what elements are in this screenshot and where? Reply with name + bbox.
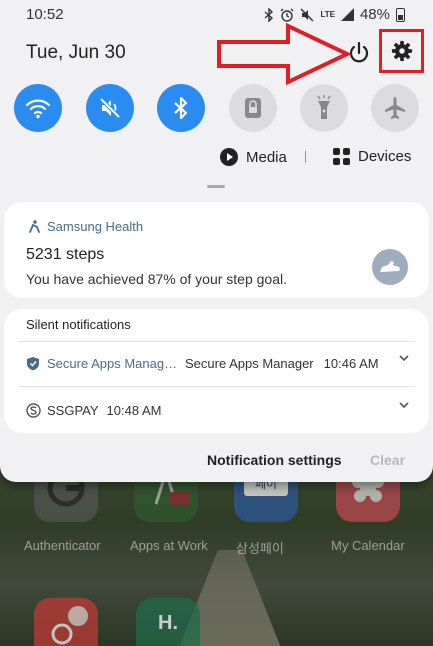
lte-status-icon: LTE [320, 9, 335, 19]
shield-icon [27, 356, 39, 370]
panel-drag-handle[interactable] [207, 185, 225, 188]
health-app-row: Samsung Health [28, 219, 143, 234]
h-app-badge: H. [158, 612, 178, 634]
screen-lock-toggle[interactable] [229, 84, 277, 132]
flashlight-icon [317, 95, 331, 119]
wifi-toggle[interactable] [14, 84, 62, 132]
silent-notifications-header: Silent notifications [26, 317, 131, 332]
settings-highlight-box [379, 29, 424, 73]
airplane-mode-toggle[interactable] [371, 84, 419, 132]
chevron-down-icon[interactable] [399, 355, 409, 362]
bluetooth-toggle[interactable] [157, 84, 205, 132]
airplane-icon [385, 97, 405, 119]
bluetooth-status-icon [264, 7, 274, 22]
play-icon [220, 148, 238, 166]
silent-divider-top [18, 341, 415, 342]
status-icons: LTE 48% [264, 6, 405, 23]
status-time: 10:52 [26, 6, 64, 23]
battery-icon [396, 7, 405, 22]
secure-apps-notification[interactable]: Secure Apps Manag… Secure Apps Manager 1… [26, 352, 409, 374]
secure-apps-app-name: Secure Apps Manag… [47, 355, 177, 371]
lock-icon [245, 98, 261, 118]
health-app-name: Samsung Health [47, 219, 144, 234]
red-arrow-annotation [217, 23, 351, 85]
health-shoe-button[interactable] [372, 249, 408, 285]
settings-gear-icon[interactable] [391, 40, 413, 62]
notification-settings-button[interactable]: Notification settings [207, 452, 342, 468]
sound-mute-toggle[interactable] [86, 84, 134, 132]
media-label: Media [246, 148, 287, 166]
chevron-down-icon[interactable] [399, 402, 409, 409]
ssgpay-time: 10:48 AM [106, 402, 162, 418]
panel-date: Tue, Jun 30 [26, 42, 126, 63]
mute-icon [99, 97, 121, 119]
samsung-health-notification[interactable]: Samsung Health 5231 steps You have achie… [4, 202, 429, 298]
samsung-health-icon [29, 220, 40, 233]
devices-button[interactable]: Devices [333, 148, 411, 165]
ssgpay-app-name: SSGPAY [47, 402, 99, 418]
clear-button[interactable]: Clear [370, 452, 405, 468]
devices-grid-icon [333, 148, 350, 165]
media-devices-row: Media Devices [0, 146, 433, 170]
health-notification-title: 5231 steps [26, 246, 105, 263]
devices-label: Devices [358, 148, 412, 165]
battery-percent: 48% [359, 6, 390, 23]
notification-panel: 10:52 LTE 48% Tue, Jun 30 Media Devices … [0, 0, 433, 482]
quick-settings-row [14, 84, 424, 134]
silent-divider-middle [18, 386, 415, 387]
secure-apps-time: 10:46 AM [323, 355, 379, 371]
ssgpay-icon [26, 402, 41, 418]
mute-status-icon [300, 8, 314, 21]
h-app-icon[interactable]: H. [136, 598, 200, 646]
alarm-status-icon [280, 8, 294, 22]
silent-notifications-card: Silent notifications Secure Apps Manag… … [4, 309, 429, 433]
secure-apps-title: Secure Apps Manager [185, 355, 314, 371]
shoe-icon [380, 261, 400, 272]
wifi-icon [25, 99, 51, 119]
help-app-icon[interactable] [34, 598, 98, 646]
my-calendar-app-label: My Calendar [331, 538, 405, 553]
health-notification-body: You have achieved 87% of your step goal. [26, 271, 288, 287]
authenticator-app-label: Authenticator [24, 538, 101, 553]
media-button[interactable]: Media [220, 148, 287, 166]
flashlight-toggle[interactable] [300, 84, 348, 132]
ssgpay-notification[interactable]: SSGPAY 10:48 AM [26, 399, 409, 421]
bluetooth-icon [174, 96, 188, 120]
apps-at-work-app-label: Apps at Work [130, 538, 208, 553]
samsung-pay-app-label: 삼성페이 [236, 542, 284, 557]
media-devices-separator [305, 151, 306, 163]
signal-status-icon [340, 8, 354, 21]
